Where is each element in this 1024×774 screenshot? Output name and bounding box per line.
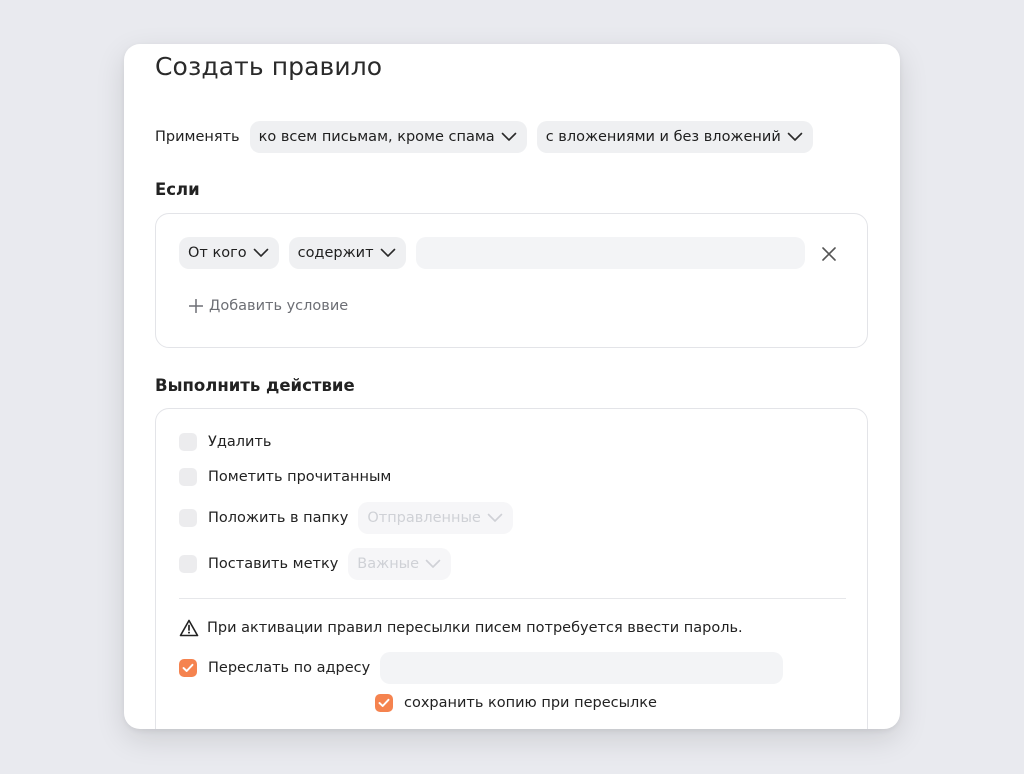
- chevron-down-icon: [425, 559, 441, 568]
- chevron-down-icon: [380, 248, 395, 257]
- forward-warning: При активации правил пересылки писем пот…: [179, 619, 743, 637]
- close-icon: [822, 247, 836, 261]
- condition-value-input[interactable]: [415, 237, 805, 269]
- folder-value: Отправленные: [367, 510, 481, 526]
- label-select-value: Важные: [357, 556, 420, 572]
- checkmark-icon: [378, 698, 390, 707]
- if-heading: Если: [155, 180, 200, 199]
- apply-label: Применять: [155, 129, 240, 145]
- move-folder-checkbox[interactable]: [179, 509, 197, 527]
- conditions-box: От кого содержит Добавить условие: [155, 213, 868, 348]
- remove-condition-button[interactable]: [818, 243, 840, 265]
- attachments-select[interactable]: с вложениями и без вложений: [536, 121, 813, 153]
- label-select[interactable]: Важные: [348, 548, 452, 580]
- folder-select[interactable]: Отправленные: [358, 502, 513, 534]
- keep-copy-checkbox[interactable]: [375, 694, 393, 712]
- forward-address-input[interactable]: [380, 652, 784, 684]
- warning-icon: [179, 619, 199, 637]
- mark-read-checkbox[interactable]: [179, 468, 197, 486]
- chevron-down-icon: [253, 248, 268, 257]
- checkmark-icon: [182, 663, 194, 672]
- actions-box: Удалить Пометить прочитанным Положить в …: [155, 408, 868, 729]
- apply-row: Применять ко всем письмам, кроме спама с…: [155, 121, 813, 153]
- keep-copy-label: сохранить копию при пересылке: [404, 695, 657, 711]
- action-forward: Переслать по адресу: [179, 652, 784, 684]
- plus-icon: [189, 299, 203, 313]
- condition-field-select[interactable]: От кого: [179, 237, 279, 269]
- condition-operator-value: содержит: [297, 245, 374, 261]
- set-label-checkbox[interactable]: [179, 555, 197, 573]
- condition-operator-select[interactable]: содержит: [288, 237, 406, 269]
- dialog-title: Создать правило: [155, 52, 383, 81]
- action-heading: Выполнить действие: [155, 376, 355, 395]
- warning-text: При активации правил пересылки писем пот…: [207, 620, 743, 636]
- add-condition-button[interactable]: Добавить условие: [189, 298, 348, 314]
- condition-row: От кого содержит: [179, 237, 805, 269]
- condition-field-value: От кого: [188, 245, 247, 261]
- apply-scope-value: ко всем письмам, кроме спама: [258, 129, 495, 145]
- forward-label: Переслать по адресу: [208, 660, 371, 676]
- action-set-label: Поставить метку Важные: [179, 548, 452, 580]
- apply-scope-select[interactable]: ко всем письмам, кроме спама: [249, 121, 527, 153]
- forward-checkbox[interactable]: [179, 659, 197, 677]
- chevron-down-icon: [501, 132, 516, 141]
- attachments-value: с вложениями и без вложений: [545, 129, 781, 145]
- delete-label: Удалить: [208, 434, 272, 450]
- set-label-label: Поставить метку: [208, 556, 339, 572]
- action-delete: Удалить: [179, 433, 271, 451]
- move-folder-label: Положить в папку: [208, 510, 349, 526]
- mark-read-label: Пометить прочитанным: [208, 469, 392, 485]
- action-mark-read: Пометить прочитанным: [179, 468, 391, 486]
- action-keep-copy: сохранить копию при пересылке: [375, 694, 657, 712]
- create-rule-dialog: Создать правило Применять ко всем письма…: [124, 44, 900, 729]
- divider: [179, 598, 846, 599]
- delete-checkbox[interactable]: [179, 433, 197, 451]
- chevron-down-icon: [787, 132, 803, 141]
- action-move-folder: Положить в папку Отправленные: [179, 502, 513, 534]
- add-condition-label: Добавить условие: [209, 298, 349, 314]
- chevron-down-icon: [487, 513, 503, 522]
